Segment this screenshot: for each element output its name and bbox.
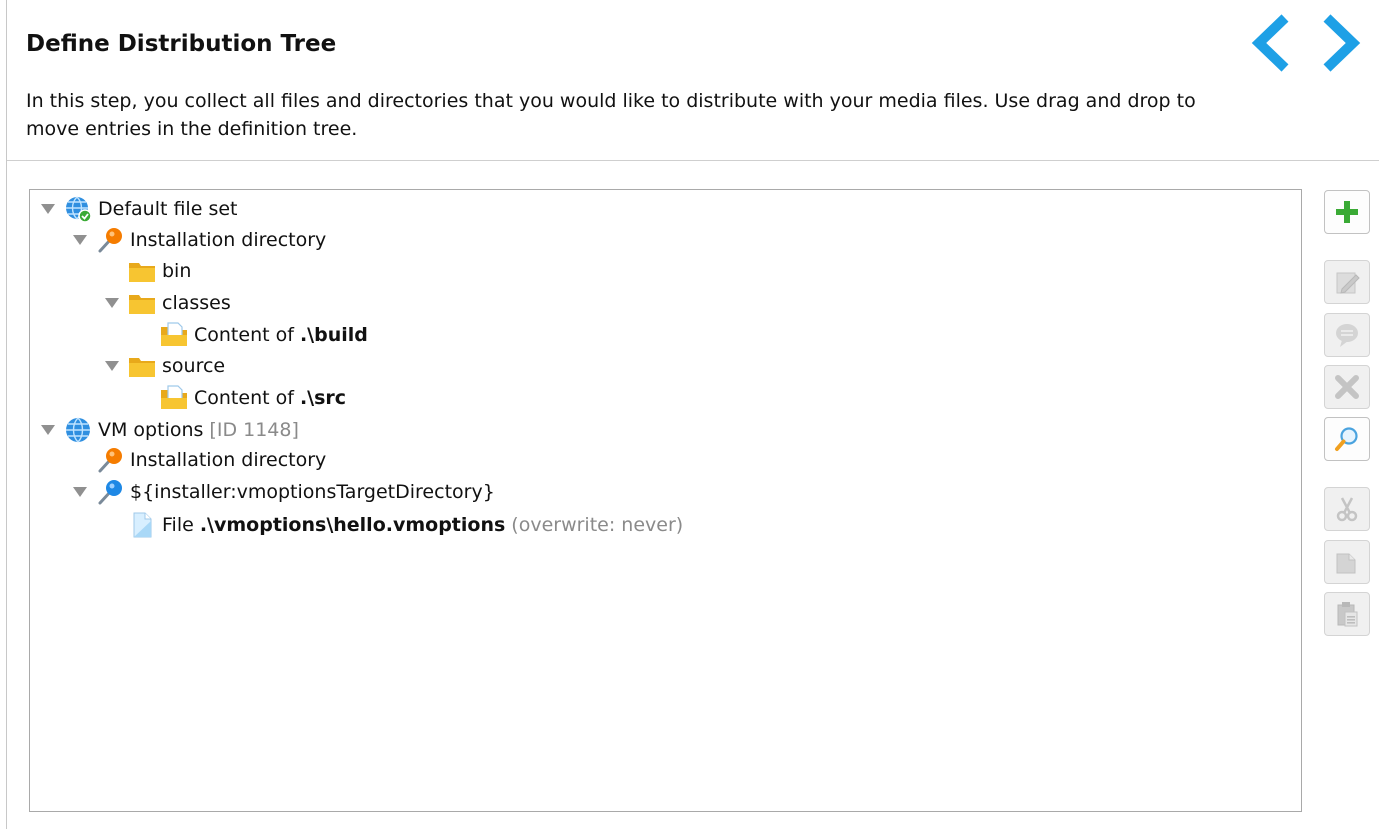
file-icon — [128, 511, 156, 539]
page-header: Define Distribution Tree In this step, y… — [7, 0, 1379, 161]
paste-button[interactable] — [1324, 592, 1370, 636]
expand-toggle-icon[interactable] — [39, 421, 57, 439]
tree-node-default-file-set[interactable]: Default file set — [39, 194, 237, 224]
tree-node-label: Default file set — [98, 198, 238, 220]
tree-node-label: bin — [162, 260, 192, 282]
tree-node-content-src[interactable]: Content of .\src — [135, 383, 346, 413]
chevron-right-icon — [1323, 14, 1361, 72]
tree-node-vmoptions-target-directory[interactable]: ${installer:vmoptionsTargetDirectory} — [71, 477, 495, 507]
globe-icon — [64, 416, 92, 444]
page-description: In this step, you collect all files and … — [26, 90, 1196, 140]
tree-node-bin[interactable]: bin — [103, 256, 191, 286]
copy-icon — [1336, 553, 1356, 574]
orange-pin-icon — [96, 226, 124, 254]
edit-icon — [1336, 272, 1360, 294]
expand-toggle-icon[interactable] — [39, 200, 57, 218]
tree-node-file-hello-vmoptions[interactable]: File .\vmoptions\hello.vmoptions (overwr… — [103, 510, 683, 540]
folder-icon — [128, 289, 156, 317]
copy-button[interactable] — [1324, 540, 1370, 584]
expand-toggle-icon[interactable] — [103, 294, 121, 312]
distribution-tree[interactable]: Default file set Installation directory — [29, 189, 1302, 812]
folder-content-icon — [160, 384, 188, 412]
expand-toggle-icon[interactable] — [103, 357, 121, 375]
cut-button[interactable] — [1324, 487, 1370, 531]
chevron-left-icon — [1251, 14, 1289, 72]
page-title: Define Distribution Tree — [26, 31, 337, 57]
tree-node-label: Installation directory — [130, 229, 327, 251]
next-button[interactable] — [1313, 14, 1365, 72]
clipboard-icon — [1337, 602, 1358, 627]
tree-node-label: Installation directory — [130, 449, 327, 471]
tree-node-path: .\build — [299, 324, 368, 346]
add-button[interactable] — [1324, 190, 1370, 234]
magnifier-icon — [1335, 427, 1358, 451]
tree-node-overwrite-mode: (overwrite: never) — [511, 514, 684, 536]
comment-icon — [1336, 324, 1358, 347]
orange-pin-icon — [96, 446, 124, 474]
folder-icon — [128, 352, 156, 380]
tree-node-source[interactable]: source — [103, 351, 225, 381]
tree-node-prefix: Content of — [194, 387, 300, 409]
edit-button[interactable] — [1324, 260, 1370, 304]
tree-node-label: ${installer:vmoptionsTargetDirectory} — [130, 481, 495, 503]
tree-node-prefix: File — [162, 514, 200, 536]
tree-node-label: classes — [162, 292, 231, 314]
tree-node-label: source — [162, 355, 226, 377]
tree-node-vm-options[interactable]: VM options [ID 1148] — [39, 415, 299, 445]
tree-node-path: .\src — [299, 387, 347, 409]
comment-button[interactable] — [1324, 313, 1370, 357]
folder-icon — [128, 257, 156, 285]
expand-toggle-icon[interactable] — [71, 483, 89, 501]
delete-button[interactable] — [1324, 365, 1370, 409]
expand-toggle-icon[interactable] — [71, 231, 89, 249]
plus-icon — [1336, 201, 1358, 223]
search-button[interactable] — [1324, 417, 1370, 461]
tree-node-content-build[interactable]: Content of .\build — [135, 320, 368, 350]
tree-node-installation-directory-2[interactable]: Installation directory — [71, 445, 326, 475]
tree-node-id: [ID 1148] — [209, 419, 299, 441]
back-button[interactable] — [1249, 14, 1301, 72]
folder-content-icon — [160, 321, 188, 349]
globe-check-icon — [64, 195, 92, 223]
tree-node-path: .\vmoptions\hello.vmoptions — [199, 514, 506, 536]
blue-pin-icon — [96, 478, 124, 506]
scissors-icon — [1336, 497, 1358, 522]
delete-x-icon — [1335, 375, 1359, 399]
tree-node-classes[interactable]: classes — [103, 288, 231, 318]
tree-node-label: VM options — [98, 419, 204, 441]
installer-wizard-page: Define Distribution Tree In this step, y… — [6, 0, 1379, 829]
tree-node-installation-directory[interactable]: Installation directory — [71, 225, 326, 255]
tree-node-prefix: Content of — [194, 324, 300, 346]
